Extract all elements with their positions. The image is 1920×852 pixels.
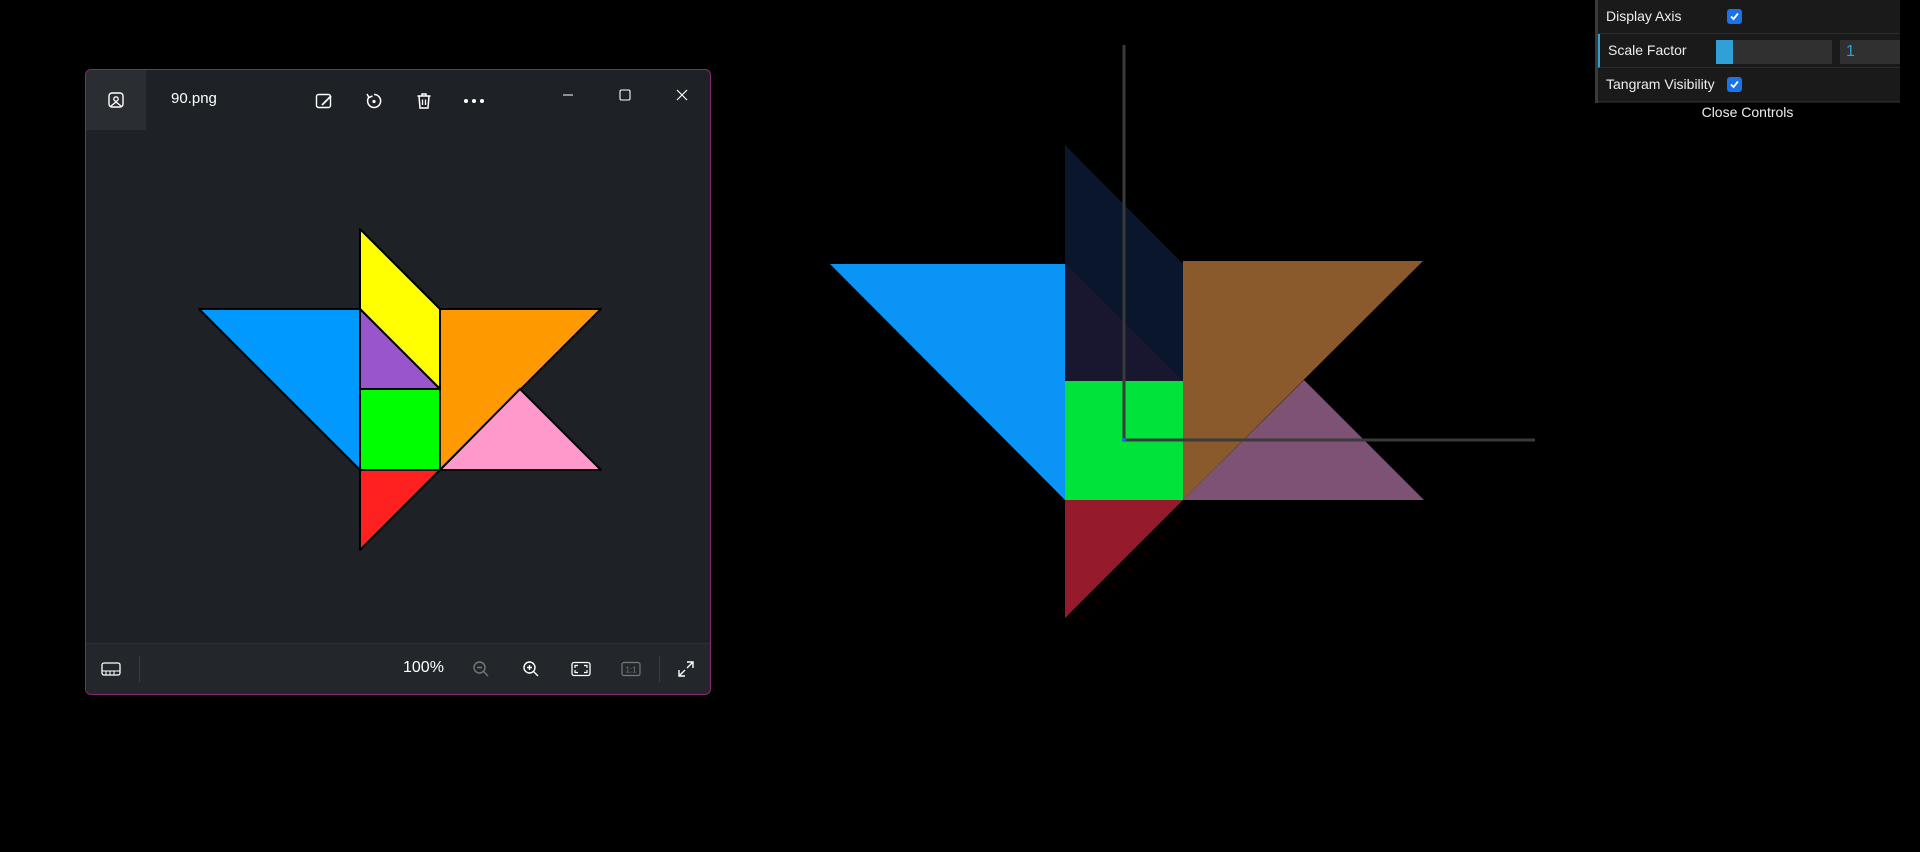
tangram-visibility-checkbox[interactable]	[1727, 77, 1742, 92]
more-options-icon[interactable]	[459, 86, 489, 116]
tangram-image	[198, 228, 602, 551]
slider-fill	[1716, 40, 1734, 64]
display-axis-label: Display Axis	[1606, 8, 1682, 24]
checkmark-icon	[1730, 80, 1739, 89]
delete-icon[interactable]	[409, 86, 439, 116]
rotate-icon[interactable]	[359, 86, 389, 116]
bottom-toolbar: 100% 1:1	[86, 643, 710, 694]
scene-red-triangle	[1065, 500, 1183, 618]
full-screen-icon[interactable]	[671, 654, 701, 684]
photos-viewer-window: 90.png 100% 1:1	[85, 69, 711, 695]
tangram-blue-triangle	[198, 308, 361, 471]
divider	[659, 656, 660, 682]
minimize-icon[interactable]	[548, 80, 588, 110]
3d-scene[interactable]	[720, 0, 1600, 847]
checkmark-icon	[1730, 12, 1739, 21]
scene-blue-triangle	[830, 264, 1065, 500]
gallery-icon[interactable]	[86, 70, 146, 130]
divider	[139, 656, 140, 682]
title-bar: 90.png	[86, 70, 710, 130]
close-icon[interactable]	[662, 80, 702, 110]
filmstrip-icon[interactable]	[96, 654, 126, 684]
fit-to-window-icon[interactable]	[566, 654, 596, 684]
tangram-visibility-row: Tangram Visibility	[1598, 68, 1900, 102]
zoom-level: 100%	[403, 659, 444, 676]
scale-factor-slider[interactable]	[1716, 40, 1832, 64]
scene-canvas	[830, 45, 1535, 618]
edit-image-icon[interactable]	[309, 86, 339, 116]
zoom-out-icon[interactable]	[466, 654, 496, 684]
tangram-red-triangle	[359, 469, 441, 551]
tangram-green-square	[359, 388, 441, 471]
scene-origin	[1122, 438, 1126, 442]
scale-factor-input[interactable]	[1840, 40, 1900, 64]
close-controls-button[interactable]: Close Controls	[1595, 104, 1900, 124]
maximize-icon[interactable]	[605, 80, 645, 110]
image-canvas	[86, 130, 710, 626]
tangram-visibility-label: Tangram Visibility	[1606, 76, 1715, 92]
svg-text:1:1: 1:1	[625, 666, 637, 675]
actual-size-icon[interactable]: 1:1	[616, 654, 646, 684]
file-name: 90.png	[171, 90, 217, 107]
display-axis-row: Display Axis	[1598, 0, 1900, 34]
scale-factor-label: Scale Factor	[1608, 42, 1687, 58]
display-axis-checkbox[interactable]	[1727, 9, 1742, 24]
controls-panel: Display Axis Scale Factor Tangram Visibi…	[1595, 0, 1900, 103]
zoom-in-icon[interactable]	[516, 654, 546, 684]
scale-factor-row: Scale Factor	[1598, 34, 1900, 68]
